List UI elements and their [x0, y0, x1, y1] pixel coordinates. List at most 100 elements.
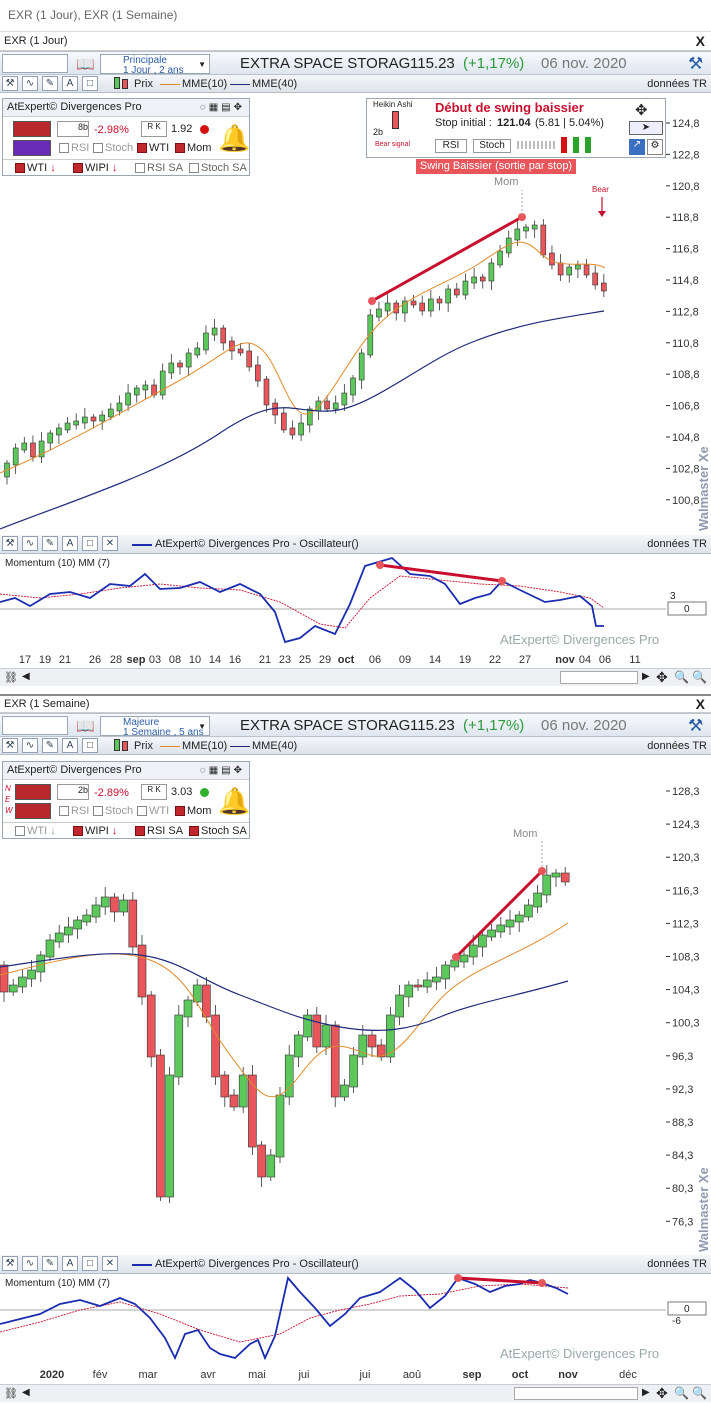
- bottom-close-button[interactable]: X: [696, 696, 705, 712]
- top-symbol-input[interactable]: [2, 54, 68, 73]
- zoom-out-icon[interactable]: 🔍: [674, 670, 689, 684]
- wti-toggle[interactable]: WTI: [137, 142, 169, 154]
- wrench-icon[interactable]: ⚒: [2, 738, 18, 753]
- scroll-thumb[interactable]: [514, 1387, 638, 1400]
- expert-controls-icon[interactable]: ◌▦▤✥: [200, 102, 245, 113]
- mme10-legend[interactable]: MME(10): [182, 78, 227, 90]
- bottom-scrollbar[interactable]: ⛓ ◀ ▶ ✥ 🔍 🔍: [0, 1384, 711, 1402]
- mme40-legend[interactable]: MME(40): [252, 78, 297, 90]
- wti-toggle[interactable]: WTI: [137, 805, 169, 817]
- scroll-right-icon[interactable]: ▶: [642, 671, 650, 682]
- y-tick-label: 76,3: [672, 1216, 693, 1228]
- pencil-icon[interactable]: ✎: [42, 536, 58, 551]
- stoch-toggle[interactable]: Stoch: [93, 805, 133, 817]
- mom-toggle[interactable]: Mom: [175, 142, 211, 154]
- stoch-toggle[interactable]: Stoch: [93, 142, 133, 154]
- bell-icon[interactable]: 🔔: [218, 123, 250, 154]
- candle: [90, 416, 97, 422]
- x-tick-label: sep: [463, 1369, 482, 1381]
- top-scrollbar[interactable]: ⛓ ◀ ▶ ✥ 🔍 🔍: [0, 668, 711, 686]
- pan-icon[interactable]: ✥: [656, 1385, 668, 1402]
- link-icon[interactable]: ⛓: [4, 1387, 18, 1400]
- square-icon[interactable]: □: [82, 1256, 98, 1271]
- mom-toggle[interactable]: Mom: [175, 805, 211, 817]
- ap-icon[interactable]: A: [62, 738, 78, 753]
- y-tick-label: 122,8: [672, 149, 700, 161]
- rsi-toggle[interactable]: RSI: [59, 142, 89, 154]
- candle: [566, 266, 573, 276]
- book-icon[interactable]: 📖: [76, 55, 95, 73]
- wipi-filter[interactable]: WIPI ↓: [73, 825, 117, 837]
- settings-icon[interactable]: ⚙: [647, 139, 663, 155]
- close-icon[interactable]: ✕: [102, 1256, 118, 1271]
- wti-filter[interactable]: WTI ↓: [15, 825, 56, 837]
- osc-title: AtExpert© Divergences Pro - Oscillateur(…: [155, 1258, 359, 1270]
- scroll-right-icon[interactable]: ▶: [642, 1387, 650, 1398]
- osc-value-label: 0: [684, 1304, 690, 1315]
- book-icon[interactable]: 📖: [76, 717, 95, 735]
- square-icon[interactable]: □: [82, 76, 98, 91]
- scroll-thumb[interactable]: [560, 671, 638, 684]
- pencil-icon[interactable]: ✎: [42, 738, 58, 753]
- top-oscillator-chart[interactable]: Momentum (10) MM (7) 3 0 AtExpert© Diver…: [0, 554, 711, 650]
- indicator-icon[interactable]: ∿: [22, 536, 38, 551]
- zoom-out-icon[interactable]: 🔍: [674, 1386, 689, 1400]
- scroll-left-icon[interactable]: ◀: [22, 1387, 30, 1398]
- signal-stoch-button[interactable]: Stoch: [473, 139, 511, 153]
- rsisa-filter[interactable]: RSI SA: [135, 825, 183, 837]
- indicator-icon[interactable]: ∿: [22, 738, 38, 753]
- signal-banner: Swing Baissier (sortie par stop): [416, 159, 576, 174]
- chart-thumb-icon: [13, 121, 51, 137]
- zoom-in-icon[interactable]: 🔍: [692, 1386, 707, 1400]
- indicator-icon[interactable]: ∿: [22, 76, 38, 91]
- signal-rsi-button[interactable]: RSI: [435, 139, 467, 153]
- stochsa-filter[interactable]: Stoch SA: [189, 162, 247, 174]
- pencil-icon[interactable]: ✎: [42, 76, 58, 91]
- close-icon[interactable]: ✕: [102, 536, 118, 551]
- top-close-button[interactable]: X: [696, 33, 705, 49]
- ap-icon[interactable]: A: [62, 536, 78, 551]
- bear-annotation: Bear: [592, 185, 609, 194]
- x-tick-label: mai: [248, 1369, 266, 1381]
- zoom-in-icon[interactable]: 🔍: [692, 670, 707, 684]
- tools-icon[interactable]: ⚒: [688, 54, 703, 74]
- wrench-icon[interactable]: ⚒: [2, 76, 18, 91]
- prix-legend[interactable]: Prix: [134, 78, 153, 90]
- scroll-left-icon[interactable]: ◀: [22, 671, 30, 682]
- chart-link-icon[interactable]: ↗: [629, 139, 645, 155]
- rsi-toggle[interactable]: RSI: [59, 805, 89, 817]
- bell-icon[interactable]: 🔔: [218, 786, 250, 817]
- stochsa-filter[interactable]: Stoch SA: [189, 825, 247, 837]
- wti-filter[interactable]: WTI ↓: [15, 162, 56, 174]
- indicator-icon[interactable]: ∿: [22, 1256, 38, 1271]
- square-icon[interactable]: □: [82, 536, 98, 551]
- bottom-oscillator-chart[interactable]: Momentum (10) MM (7) 0 -6 AtExpert© Dive…: [0, 1274, 711, 1364]
- ap-icon[interactable]: A: [62, 1256, 78, 1271]
- ap-icon[interactable]: A: [62, 76, 78, 91]
- expert-header: AtExpert© Divergences Pro ◌▦▤✥: [3, 762, 249, 780]
- bottom-mode-select[interactable]: Majeure 1 Semaine , 5 ans ▼: [100, 716, 210, 738]
- wrench-icon[interactable]: ⚒: [2, 1256, 18, 1271]
- candle: [137, 944, 147, 998]
- wipi-filter[interactable]: WIPI ↓: [73, 162, 117, 174]
- y-tick-label: 118,8: [672, 212, 699, 224]
- mme10-line: [0, 241, 606, 474]
- mme40-legend[interactable]: MME(40): [252, 740, 297, 752]
- top-mode-select[interactable]: Principale 1 Jour , 2 ans ▼: [100, 54, 210, 76]
- rsisa-filter[interactable]: RSI SA: [135, 162, 183, 174]
- bottom-x-axis: 2020 fév mar avr mai jui jui aoû sep oct nov déc: [40, 1369, 638, 1381]
- prix-legend[interactable]: Prix: [134, 740, 153, 752]
- square-icon[interactable]: □: [82, 738, 98, 753]
- candle: [432, 976, 441, 983]
- expand-icon[interactable]: ➤: [629, 121, 663, 135]
- mme10-legend[interactable]: MME(10): [182, 740, 227, 752]
- expert-controls-icon[interactable]: ◌▦▤✥: [200, 765, 245, 776]
- pencil-icon[interactable]: ✎: [42, 1256, 58, 1271]
- tools-icon[interactable]: ⚒: [688, 716, 703, 736]
- pan-icon[interactable]: ✥: [656, 669, 668, 686]
- link-icon[interactable]: ⛓: [4, 671, 18, 684]
- bottom-symbol-input[interactable]: [2, 716, 68, 735]
- move-icon[interactable]: ✥: [635, 101, 648, 119]
- candle: [340, 1084, 349, 1098]
- wrench-icon[interactable]: ⚒: [2, 536, 18, 551]
